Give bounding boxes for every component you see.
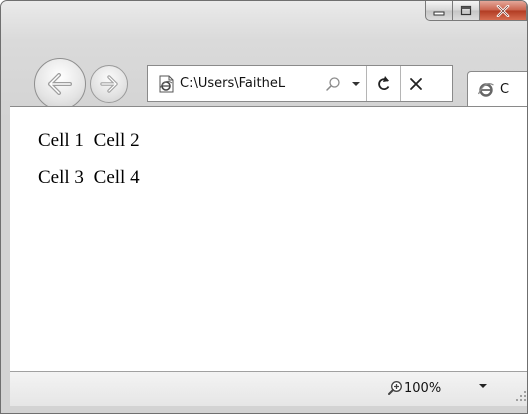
page-content: Cell 1 Cell 2 Cell 3 Cell 4	[10, 106, 527, 371]
close-icon	[496, 4, 510, 17]
refresh-icon	[377, 75, 389, 90]
ie-page-icon	[152, 74, 180, 94]
table-row: Cell 1 Cell 2	[38, 130, 140, 152]
stop-icon	[410, 77, 422, 90]
address-bar[interactable]: C:\Users\FaitheL	[147, 65, 453, 102]
browser-window: C:\Users\FaitheL C Cell 1 Cell 2 Cell 3 …	[0, 0, 528, 414]
search-button[interactable]	[320, 66, 346, 101]
minimize-button[interactable]	[425, 1, 453, 21]
table-row: Cell 3 Cell 4	[38, 167, 140, 189]
close-button[interactable]	[480, 1, 527, 21]
resize-grip-icon[interactable]	[515, 390, 527, 402]
maximize-button[interactable]	[453, 1, 480, 21]
address-dropdown[interactable]	[346, 66, 366, 101]
back-arrow-icon	[48, 73, 72, 95]
search-icon	[326, 76, 340, 91]
zoom-level[interactable]: 100%	[404, 381, 441, 396]
forward-arrow-icon	[100, 75, 118, 93]
zoom-icon[interactable]	[387, 380, 403, 396]
table-cell: Cell 3	[38, 167, 84, 188]
maximize-icon	[460, 5, 472, 16]
zoom-dropdown-icon[interactable]	[478, 383, 488, 389]
dropdown-arrow-icon	[352, 81, 360, 86]
minimize-icon	[433, 11, 445, 15]
table-cell: Cell 1	[38, 130, 84, 151]
refresh-button[interactable]	[366, 66, 400, 101]
caption-buttons	[425, 1, 527, 23]
ie-logo-icon	[477, 81, 495, 99]
status-bar: 100%	[10, 371, 527, 406]
stop-button[interactable]	[400, 66, 431, 101]
table-cell: Cell 2	[93, 130, 140, 151]
forward-button[interactable]	[90, 65, 128, 103]
back-button[interactable]	[34, 58, 86, 110]
tab-label: C	[500, 82, 510, 97]
table-cell: Cell 4	[93, 167, 140, 188]
browser-tab[interactable]: C	[467, 71, 527, 107]
address-text[interactable]: C:\Users\FaitheL	[180, 76, 320, 91]
